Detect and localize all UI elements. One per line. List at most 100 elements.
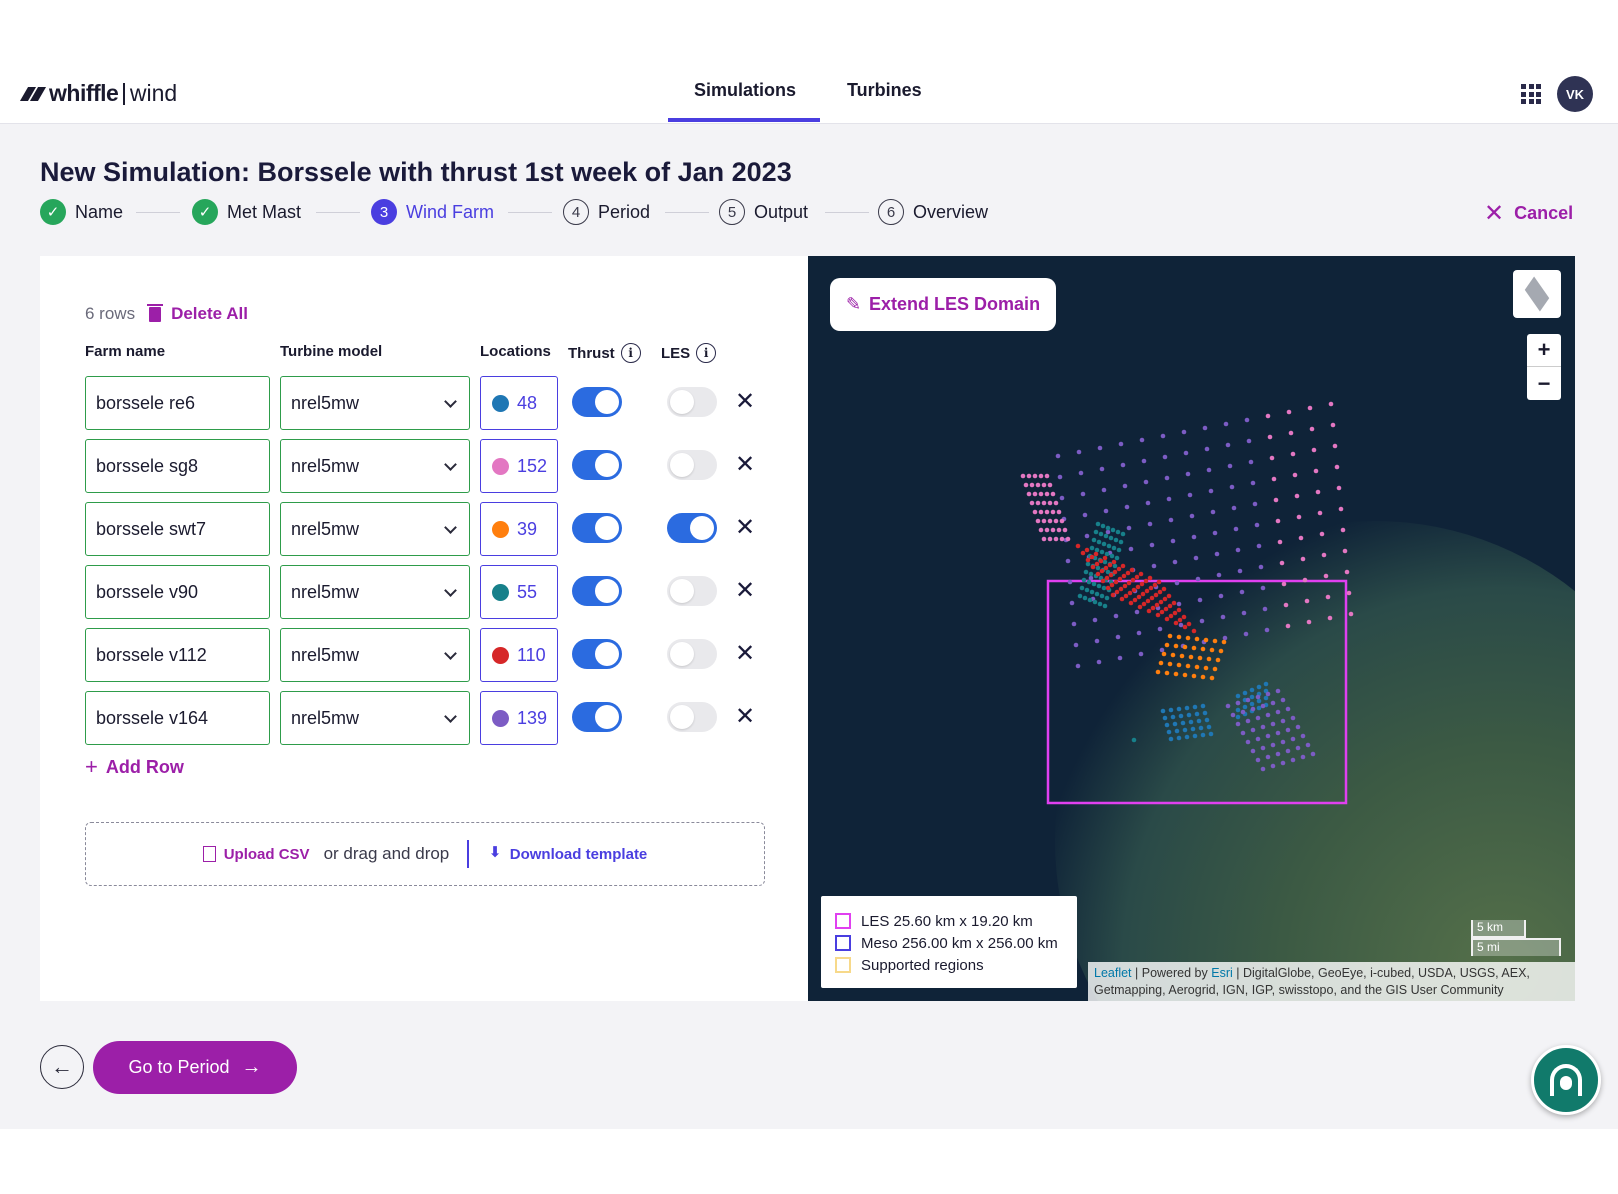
step-overview[interactable]: 6 Overview [878,199,988,225]
turbine-marker [1178,622,1184,628]
download-template-button[interactable]: Download template [489,843,648,863]
turbine-marker [1172,721,1178,727]
turbine-marker [1102,555,1108,561]
thrust-toggle[interactable] [572,639,622,669]
user-avatar[interactable]: VK [1557,76,1593,112]
turbine-marker [1176,634,1182,640]
turbine-marker [1099,593,1105,599]
tab-simulations[interactable]: Simulations [694,80,796,101]
locations-button[interactable]: 39 [480,502,558,556]
turbine-model-select[interactable]: nrel5mw [280,565,470,619]
turbine-marker [1122,583,1128,589]
thrust-toggle[interactable] [572,387,622,417]
locations-button[interactable]: 55 [480,565,558,619]
les-domain-rect[interactable] [1046,579,1348,805]
extend-les-button[interactable]: ✎ Extend LES Domain [830,278,1056,331]
step-wind-farm[interactable]: 3 Wind Farm [371,199,494,225]
turbine-model-value: nrel5mw [291,455,360,476]
map-view[interactable]: ✎ Extend LES Domain + − LES 25.60 km x 1… [808,256,1575,1001]
turbine-model-select[interactable]: nrel5mw [280,502,470,556]
farm-color-dot [492,394,509,412]
turbine-marker [1112,563,1118,569]
turbine-marker [1181,429,1187,435]
turbine-marker [1120,563,1126,569]
turbine-marker [1300,754,1306,760]
info-icon[interactable]: i [696,343,717,363]
farm-name-input[interactable]: borssele swt7 [85,502,270,556]
add-row-button[interactable]: + Add Row [85,754,184,780]
farm-name-input[interactable]: borssele re6 [85,376,270,430]
les-toggle[interactable] [667,702,717,732]
thrust-toggle[interactable] [572,576,622,606]
step-number: 6 [878,199,904,225]
les-toggle[interactable] [667,450,717,480]
remove-row-icon[interactable]: ✕ [733,576,757,605]
remove-row-icon[interactable]: ✕ [733,702,757,731]
csv-dropzone[interactable]: Upload CSV or drag and drop Download tem… [85,822,765,886]
farm-name-input[interactable]: borssele v112 [85,628,270,682]
go-to-period-button[interactable]: Go to Period → [93,1041,297,1094]
farm-name-input[interactable]: borssele v90 [85,565,270,619]
farm-color-dot [492,457,509,475]
turbine-marker [1260,766,1266,772]
turbine-marker [1245,697,1251,703]
turbine-marker [1147,521,1153,527]
step-label: Output [754,201,809,222]
wind-farm-panel: 6 rows Delete All Farm name Turbine mode… [40,256,808,1001]
turbine-marker [1218,593,1224,599]
turbine-model-select[interactable]: nrel5mw [280,376,470,430]
esri-link[interactable]: Esri [1211,966,1233,980]
remove-row-icon[interactable]: ✕ [733,387,757,416]
step-connector [508,212,552,213]
tab-turbines[interactable]: Turbines [847,80,922,101]
info-icon[interactable]: i [620,343,641,363]
step-name[interactable]: ✓ Name [40,199,123,225]
turbine-model-select[interactable]: nrel5mw [280,439,470,493]
support-chat-button[interactable] [1531,1045,1601,1115]
turbine-marker [1162,715,1168,721]
zoom-out-button[interactable]: − [1527,367,1561,400]
layers-button[interactable] [1513,270,1561,318]
delete-all-button[interactable]: Delete All [171,304,248,324]
turbine-model-select[interactable]: nrel5mw [280,628,470,682]
zoom-in-button[interactable]: + [1527,334,1561,367]
thrust-toggle[interactable] [572,450,622,480]
thrust-toggle[interactable] [572,702,622,732]
turbine-marker [1035,518,1041,524]
apps-grid-icon[interactable] [1521,84,1541,104]
farm-color-dot [492,583,509,601]
step-output[interactable]: 5 Output [719,199,808,225]
turbine-marker [1092,617,1098,623]
step-period[interactable]: 4 Period [563,199,650,225]
les-toggle[interactable] [667,576,717,606]
locations-button[interactable]: 110 [480,628,558,682]
back-button[interactable]: ← [40,1045,84,1089]
locations-button[interactable]: 48 [480,376,558,430]
thrust-toggle[interactable] [572,513,622,543]
turbine-marker [1206,656,1212,662]
turbine-marker [1323,573,1329,579]
cancel-button[interactable]: ✕ Cancel [1484,199,1573,228]
step-met-mast[interactable]: ✓ Met Mast [192,199,301,225]
farm-name-input[interactable]: borssele v164 [85,691,270,745]
farm-name-input[interactable]: borssele sg8 [85,439,270,493]
remove-row-icon[interactable]: ✕ [733,639,757,668]
locations-button[interactable]: 139 [480,691,558,745]
turbine-marker [1235,721,1241,727]
remove-row-icon[interactable]: ✕ [733,450,757,479]
turbine-marker [1330,422,1336,428]
turbine-marker [1102,603,1108,609]
chevron-down-icon [444,395,457,408]
les-toggle[interactable] [667,513,717,543]
leaflet-link[interactable]: Leaflet [1094,966,1132,980]
remove-row-icon[interactable]: ✕ [733,513,757,542]
step-label: Met Mast [227,201,302,222]
whiffle-wind-logo[interactable]: whiffle wind [19,80,177,107]
turbine-model-select[interactable]: nrel5mw [280,691,470,745]
upload-csv-button[interactable]: Upload CSV [202,846,310,863]
les-toggle[interactable] [667,639,717,669]
turbine-marker [1103,508,1109,514]
les-toggle[interactable] [667,387,717,417]
locations-button[interactable]: 152 [480,439,558,493]
farm-row: borssele v112 nrel5mw 110 ✕ [85,628,775,682]
